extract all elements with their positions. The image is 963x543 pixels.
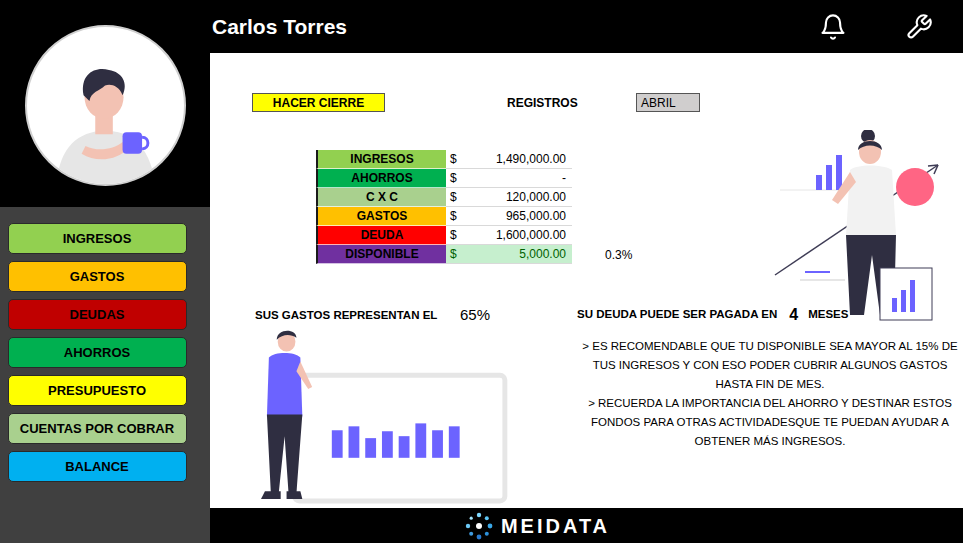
tip-text: > RECUERDA LA IMPORTANCIA DEL AHORRO Y D… (577, 394, 963, 451)
currency-symbol: $ (446, 245, 460, 263)
expenses-percent: 65% (460, 304, 490, 327)
summary-label: INGRESOS (316, 150, 446, 169)
footer-logo: MEIDATA (501, 511, 610, 541)
debt-unit: MESES (808, 306, 848, 323)
expenses-label: SUS GASTOS REPRESENTAN EL (255, 307, 460, 324)
summary-amount: - (460, 169, 572, 187)
summary-value-cell: $965,000.00 (446, 207, 572, 226)
sidebar: INGRESOS GASTOS DEUDAS AHORROS PRESUPUESTO CU… (0, 0, 210, 543)
summary-value-cell: $- (446, 169, 572, 188)
summary-label: GASTOS (316, 207, 446, 226)
summary-row: DEUDA$1,600,000.00 (316, 226, 572, 245)
summary-table: INGRESOS$1,490,000.00AHORROS$-C X C$120,… (316, 150, 572, 264)
available-percent: 0.3% (605, 245, 632, 264)
summary-row: C X C$120,000.00 (316, 188, 572, 207)
tips: > ES RECOMENDABLE QUE TU DISPONIBLE SEA … (577, 337, 963, 451)
summary-amount: 5,000.00 (460, 245, 572, 263)
sidebar-item[interactable]: GASTOS (8, 261, 187, 292)
currency-symbol: $ (446, 207, 460, 225)
meidata-logo-icon (465, 512, 493, 540)
summary-label: DISPONIBLE (316, 245, 446, 264)
user-avatar-icon (27, 27, 184, 184)
wrench-icon[interactable] (905, 13, 933, 41)
summary-amount: 120,000.00 (460, 188, 572, 206)
top-bar: Carlos Torres (210, 0, 963, 53)
debt-label: SU DEUDA PUEDE SER PAGADA EN (577, 306, 777, 323)
summary-label: DEUDA (316, 226, 446, 245)
debt-months: 4 (789, 303, 798, 327)
currency-symbol: $ (446, 169, 460, 187)
summary-value-cell: $1,600,000.00 (446, 226, 572, 245)
records-label: REGISTROS (507, 94, 636, 112)
summary-value-cell: $120,000.00 (446, 188, 572, 207)
currency-symbol: $ (446, 188, 460, 206)
summary-amount: 1,490,000.00 (460, 150, 572, 168)
man-board-illustration-icon (245, 328, 515, 505)
summary-value-cell: $5,000.00 (446, 245, 572, 264)
sidebar-item[interactable]: DEUDAS (8, 299, 187, 330)
summary-row: DISPONIBLE$5,000.00 (316, 245, 572, 264)
sidebar-item[interactable]: PRESUPUESTO (8, 375, 187, 406)
summary-row: AHORROS$- (316, 169, 572, 188)
currency-symbol: $ (446, 226, 460, 244)
sidebar-menu: INGRESOS GASTOS DEUDAS AHORROS PRESUPUESTO CU… (0, 207, 210, 543)
summary-row: GASTOS$965,000.00 (316, 207, 572, 226)
summary-amount: 965,000.00 (460, 207, 572, 225)
sidebar-item[interactable]: BALANCE (8, 451, 187, 482)
summary-row: INGRESOS$1,490,000.00 (316, 150, 572, 169)
close-period-button[interactable]: HACER CIERRE (252, 93, 385, 112)
woman-chart-illustration-icon (770, 130, 955, 325)
summary-amount: 1,600,000.00 (460, 226, 572, 244)
summary-value-cell: $1,490,000.00 (446, 150, 572, 169)
sidebar-item[interactable]: INGRESOS (8, 223, 187, 254)
summary-label: AHORROS (316, 169, 446, 188)
month-selector[interactable]: ABRIL (636, 93, 700, 112)
currency-symbol: $ (446, 150, 460, 168)
bell-icon[interactable] (819, 13, 847, 41)
footer: MEIDATA (210, 508, 963, 543)
sidebar-item[interactable]: AHORROS (8, 337, 187, 368)
summary-label: C X C (316, 188, 446, 207)
tip-text: > ES RECOMENDABLE QUE TU DISPONIBLE SEA … (577, 337, 963, 394)
dashboard: HACER CIERRE REGISTROS ABRIL INGRESOS$1,… (210, 53, 963, 508)
sidebar-item[interactable]: CUENTAS POR COBRAR (8, 413, 187, 444)
user-name: Carlos Torres (212, 11, 347, 43)
avatar (25, 25, 186, 186)
